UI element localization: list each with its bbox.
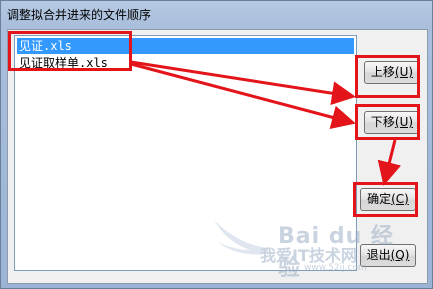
- dialog-client-area: 见证.xls 见证取样单.xls 上移(U) 下移(U) 确定(C) 退出(Q): [7, 29, 428, 284]
- exit-button[interactable]: 退出(Q): [360, 244, 416, 267]
- ok-label: 确定: [367, 192, 392, 206]
- list-item-label: 见证取样单.xls: [19, 56, 108, 70]
- ok-accel: (C): [391, 192, 409, 206]
- ok-button[interactable]: 确定(C): [360, 188, 416, 211]
- list-item[interactable]: 见证取样单.xls: [17, 55, 354, 71]
- move-down-accel: (U): [394, 115, 414, 129]
- exit-label: 退出: [366, 248, 391, 262]
- list-item[interactable]: 见证.xls: [17, 38, 354, 54]
- file-order-listbox[interactable]: 见证.xls 见证取样单.xls: [14, 35, 357, 271]
- window-title: 调整拟合并进来的文件顺序: [7, 8, 152, 22]
- list-item-label: 见证.xls: [19, 39, 72, 53]
- move-down-label: 下移: [370, 115, 395, 129]
- move-up-accel: (U): [394, 65, 414, 79]
- move-up-button[interactable]: 上移(U): [364, 61, 420, 84]
- move-up-label: 上移: [370, 65, 395, 79]
- exit-accel: (Q): [390, 248, 410, 262]
- dialog-window: 调整拟合并进来的文件顺序 见证.xls 见证取样单.xls 上移(U) 下移(U…: [0, 0, 433, 289]
- move-down-button[interactable]: 下移(U): [364, 111, 420, 134]
